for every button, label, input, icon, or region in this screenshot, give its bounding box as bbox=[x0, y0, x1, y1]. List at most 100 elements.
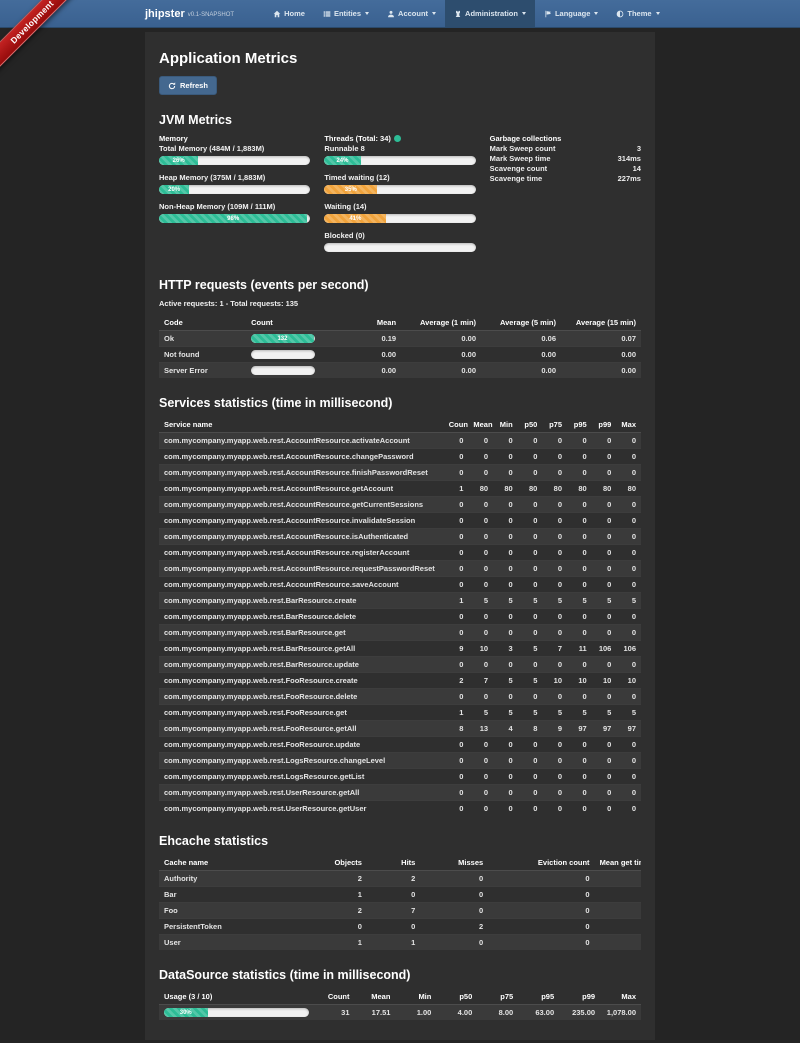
brand-logo[interactable]: jhipster v0.1-SNAPSHOT bbox=[145, 0, 234, 27]
nav-item-home[interactable]: Home bbox=[264, 0, 314, 27]
table-cell: 0 bbox=[542, 545, 567, 561]
http-count-cell bbox=[246, 363, 328, 379]
service-name-cell: com.mycompany.myapp.web.rest.FooResource… bbox=[159, 721, 444, 737]
gc-label: Mark Sweep time bbox=[490, 154, 551, 164]
service-row: com.mycompany.myapp.web.rest.AccountReso… bbox=[159, 449, 641, 465]
nav-item-administration[interactable]: Administration bbox=[445, 0, 535, 27]
table-cell: 0 bbox=[616, 561, 641, 577]
service-name-cell: com.mycompany.myapp.web.rest.FooResource… bbox=[159, 673, 444, 689]
table-cell: 0 bbox=[444, 513, 469, 529]
table-cell: 5 bbox=[518, 705, 543, 721]
service-row: com.mycompany.myapp.web.rest.FooResource… bbox=[159, 721, 641, 737]
http-code-cell: Ok bbox=[159, 331, 246, 347]
table-cell: 0 bbox=[592, 689, 617, 705]
progress-bar bbox=[251, 366, 315, 375]
http-requests-summary: Active requests: 1 - Total requests: 135 bbox=[159, 299, 641, 308]
table-cell bbox=[595, 903, 641, 919]
column-header: Mean get time (ms) bbox=[595, 855, 641, 871]
service-row: com.mycompany.myapp.web.rest.FooResource… bbox=[159, 673, 641, 689]
table-cell: 7 bbox=[468, 673, 493, 689]
table-cell: 7 bbox=[542, 641, 567, 657]
table-cell: 0 bbox=[493, 449, 518, 465]
table-cell: 0 bbox=[567, 609, 592, 625]
column-header: Cache name bbox=[159, 855, 304, 871]
table-cell: 80 bbox=[592, 481, 617, 497]
column-header: p50 bbox=[436, 989, 477, 1005]
table-cell: 2 bbox=[304, 871, 367, 887]
table-cell: 1 bbox=[444, 593, 469, 609]
cache-name-cell: Bar bbox=[159, 887, 304, 903]
service-row: com.mycompany.myapp.web.rest.UserResourc… bbox=[159, 785, 641, 801]
progress-bar bbox=[251, 350, 315, 359]
service-name-cell: com.mycompany.myapp.web.rest.BarResource… bbox=[159, 609, 444, 625]
table-cell: 0 bbox=[444, 577, 469, 593]
table-cell: 0.07 bbox=[561, 331, 641, 347]
gc-row: Scavenge time227ms bbox=[490, 174, 641, 184]
cache-row: PersistentToken0020 bbox=[159, 919, 641, 935]
table-cell: 0 bbox=[567, 689, 592, 705]
refresh-button[interactable]: Refresh bbox=[159, 76, 217, 95]
cache-name-cell: PersistentToken bbox=[159, 919, 304, 935]
table-cell: 5 bbox=[616, 593, 641, 609]
table-cell: 0 bbox=[567, 801, 592, 817]
table-cell: 0 bbox=[567, 433, 592, 449]
service-name-cell: com.mycompany.myapp.web.rest.AccountReso… bbox=[159, 449, 444, 465]
http-table: CodeCountMeanAverage (1 min)Average (5 m… bbox=[159, 315, 641, 378]
table-cell: 0 bbox=[468, 609, 493, 625]
gc-row: Mark Sweep time314ms bbox=[490, 154, 641, 164]
table-cell: 0 bbox=[518, 657, 543, 673]
table-cell: 0 bbox=[518, 769, 543, 785]
table-header-row: Cache nameObjectsHitsMissesEviction coun… bbox=[159, 855, 641, 871]
table-cell: 0 bbox=[367, 887, 420, 903]
table-cell: 10 bbox=[616, 673, 641, 689]
table-cell: 0 bbox=[518, 785, 543, 801]
table-cell: 13 bbox=[468, 721, 493, 737]
table-cell: 0 bbox=[444, 753, 469, 769]
table-cell: 5 bbox=[493, 673, 518, 689]
column-header: p75 bbox=[477, 989, 518, 1005]
table-cell: 0 bbox=[518, 529, 543, 545]
brand-version: v0.1-SNAPSHOT bbox=[188, 9, 234, 18]
table-cell: 0 bbox=[542, 577, 567, 593]
nav-item-entities[interactable]: Entities bbox=[314, 0, 378, 27]
cache-row: Authority2200 bbox=[159, 871, 641, 887]
table-cell: 0 bbox=[493, 801, 518, 817]
table-cell: 7 bbox=[367, 903, 420, 919]
table-cell: 0 bbox=[518, 689, 543, 705]
service-name-cell: com.mycompany.myapp.web.rest.UserResourc… bbox=[159, 785, 444, 801]
table-cell: 0.00 bbox=[328, 347, 401, 363]
service-name-cell: com.mycompany.myapp.web.rest.FooResource… bbox=[159, 705, 444, 721]
table-cell: 0 bbox=[616, 625, 641, 641]
table-cell: 1,078.00 bbox=[600, 1005, 641, 1021]
page-title: Application Metrics bbox=[159, 50, 641, 67]
table-cell: 5 bbox=[542, 705, 567, 721]
table-cell: 0 bbox=[592, 433, 617, 449]
table-cell: 0 bbox=[592, 529, 617, 545]
nav-item-theme[interactable]: Theme bbox=[607, 0, 668, 27]
progress-label: 26% bbox=[173, 158, 185, 164]
main-panel: Application Metrics Refresh JVM Metrics … bbox=[145, 32, 655, 1040]
nav-item-language[interactable]: Language bbox=[535, 0, 607, 27]
table-cell: 0 bbox=[367, 919, 420, 935]
table-cell: 0 bbox=[616, 513, 641, 529]
jvm-metric: Non-Heap Memory (109M / 111M)98% bbox=[159, 202, 310, 223]
service-name-cell: com.mycompany.myapp.web.rest.LogsResourc… bbox=[159, 753, 444, 769]
table-cell: 0.00 bbox=[328, 363, 401, 379]
table-cell: 10 bbox=[542, 673, 567, 689]
service-name-cell: com.mycompany.myapp.web.rest.AccountReso… bbox=[159, 529, 444, 545]
nav-item-account[interactable]: Account bbox=[378, 0, 445, 27]
home-icon bbox=[273, 10, 281, 18]
http-count-cell bbox=[246, 347, 328, 363]
jvm-metric: Runnable 824% bbox=[324, 144, 475, 165]
table-cell: 3 bbox=[493, 641, 518, 657]
service-name-cell: com.mycompany.myapp.web.rest.AccountReso… bbox=[159, 513, 444, 529]
table-cell: 0 bbox=[616, 737, 641, 753]
table-cell: 0 bbox=[518, 433, 543, 449]
table-cell: 0 bbox=[444, 769, 469, 785]
table-cell: 5 bbox=[518, 641, 543, 657]
cache-row: Foo2700 bbox=[159, 903, 641, 919]
metric-label: Heap Memory (375M / 1,883M) bbox=[159, 173, 310, 182]
table-cell: 0 bbox=[493, 753, 518, 769]
column-header: Misses bbox=[420, 855, 488, 871]
table-cell: 0.00 bbox=[561, 363, 641, 379]
